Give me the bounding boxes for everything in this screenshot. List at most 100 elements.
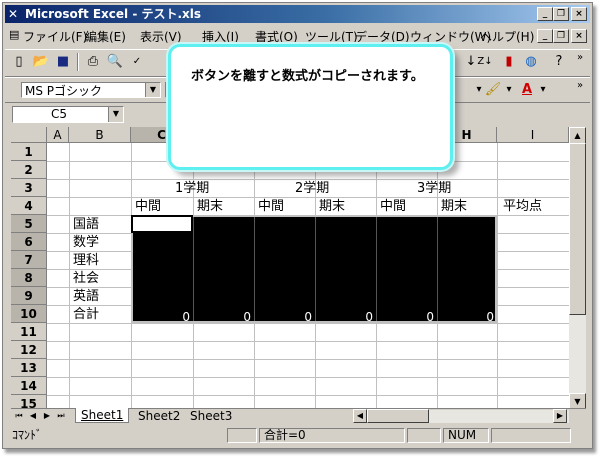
- menu-tools[interactable]: ツール(T): [305, 28, 358, 45]
- restore-icon[interactable]: ❐: [553, 7, 569, 21]
- menu-edit[interactable]: 編集(E): [85, 28, 126, 45]
- subject-cell[interactable]: 社会: [73, 270, 99, 288]
- doc-close-icon[interactable]: ×: [571, 29, 587, 43]
- column-header[interactable]: B: [69, 127, 131, 143]
- chart-wizard-icon[interactable]: ▮: [499, 53, 519, 71]
- subject-cell[interactable]: 国語: [73, 216, 99, 234]
- status-panel-blank: [491, 428, 571, 443]
- subheader-cell[interactable]: 中間: [380, 198, 406, 216]
- next-sheet-icon[interactable]: ▶: [41, 410, 53, 422]
- scroll-up-icon[interactable]: ▲: [569, 127, 586, 144]
- gridline: [47, 341, 569, 342]
- toolbar-separator: [77, 53, 79, 71]
- row-header[interactable]: 8: [11, 269, 47, 287]
- row-header[interactable]: 5: [11, 215, 47, 233]
- chevron-down-icon[interactable]: ▼: [145, 83, 160, 97]
- new-icon[interactable]: ▯: [9, 53, 29, 71]
- name-box-dropdown-icon[interactable]: ▼: [108, 107, 123, 122]
- excel-x-icon: ✕: [8, 7, 19, 21]
- subheader-cell[interactable]: 中間: [135, 198, 161, 216]
- term-3-header[interactable]: 3学期: [417, 180, 451, 198]
- column-header[interactable]: A: [47, 127, 69, 143]
- row-header[interactable]: 9: [11, 287, 47, 305]
- office-assistant-icon[interactable]: ?: [549, 53, 569, 71]
- subject-cell[interactable]: 英語: [73, 288, 99, 306]
- spelling-icon[interactable]: ✓: [127, 53, 147, 71]
- subject-cell[interactable]: 数学: [73, 234, 99, 252]
- total-cell[interactable]: 0: [439, 308, 494, 326]
- row-header[interactable]: 14: [11, 377, 47, 395]
- font-color-dropdown-icon[interactable]: ▾: [533, 81, 553, 99]
- web-icon[interactable]: ◍: [521, 53, 541, 71]
- total-label[interactable]: 合計: [73, 306, 99, 324]
- total-cell[interactable]: 0: [318, 308, 373, 326]
- print-icon[interactable]: ⎙: [83, 53, 103, 71]
- column-header[interactable]: I: [497, 127, 569, 143]
- status-panel-blank: [227, 428, 257, 443]
- subheader-cell[interactable]: 期末: [319, 198, 345, 216]
- total-cell[interactable]: 0: [135, 308, 190, 326]
- first-sheet-icon[interactable]: ⏮: [13, 410, 25, 422]
- selection-gridline: [315, 217, 316, 321]
- open-icon[interactable]: 📂: [31, 53, 51, 71]
- row-header[interactable]: 1: [11, 143, 47, 161]
- doc-minimize-icon[interactable]: _: [537, 29, 553, 43]
- row-header[interactable]: 7: [11, 251, 47, 269]
- subheader-cell[interactable]: 中間: [258, 198, 284, 216]
- row-header[interactable]: 10: [11, 305, 47, 323]
- sort-ascending-icon[interactable]: Z↓: [475, 53, 495, 71]
- row-header[interactable]: 6: [11, 233, 47, 251]
- term-2-header[interactable]: 2学期: [295, 180, 329, 198]
- title-bar[interactable]: ✕ Microsoft Excel - テスト.xls _ ❐ ×: [5, 5, 590, 23]
- status-panel-blank: [407, 428, 441, 443]
- horizontal-scrollbar[interactable]: ◀ ▶: [353, 409, 569, 423]
- row-header[interactable]: 3: [11, 179, 47, 197]
- menu-data[interactable]: データ(D): [355, 28, 410, 45]
- formatting-more-chevron[interactable]: »: [577, 80, 583, 91]
- sheet-tab[interactable]: Sheet3: [187, 409, 235, 423]
- status-bar: ｺﾏﾝﾄﾞ 合計=0 NUM: [5, 426, 590, 445]
- subheader-cell[interactable]: 期末: [197, 198, 223, 216]
- prev-sheet-icon[interactable]: ◀: [27, 410, 39, 422]
- last-sheet-icon[interactable]: ⏭: [55, 410, 67, 422]
- font-name-select[interactable]: MS Pゴシック ▼: [21, 82, 161, 98]
- row-header[interactable]: 4: [11, 197, 47, 215]
- document-icon[interactable]: ▤: [9, 28, 19, 41]
- name-box[interactable]: C5 ▼: [12, 106, 124, 123]
- select-all-corner[interactable]: [11, 127, 47, 143]
- save-icon[interactable]: ■: [53, 53, 73, 71]
- row-header[interactable]: 12: [11, 341, 47, 359]
- total-cell[interactable]: 0: [257, 308, 312, 326]
- row-header[interactable]: 11: [11, 323, 47, 341]
- scroll-left-icon[interactable]: ◀: [353, 409, 367, 423]
- print-preview-icon[interactable]: 🔍: [105, 53, 125, 71]
- name-box-value: C5: [51, 107, 68, 121]
- menu-help[interactable]: ヘルプ(H): [480, 28, 534, 45]
- subheader-cell[interactable]: 期末: [441, 198, 467, 216]
- doc-restore-icon[interactable]: ❐: [553, 29, 569, 43]
- minimize-icon[interactable]: _: [537, 7, 553, 21]
- total-cell[interactable]: 0: [379, 308, 434, 326]
- gridline: [47, 377, 569, 378]
- total-cell[interactable]: 0: [196, 308, 251, 326]
- row-header[interactable]: 13: [11, 359, 47, 377]
- fill-color-dropdown-icon[interactable]: ▾: [499, 81, 519, 99]
- scroll-right-icon[interactable]: ▶: [553, 409, 567, 423]
- average-header[interactable]: 平均点: [503, 198, 542, 216]
- active-cell[interactable]: [131, 215, 193, 233]
- vertical-scrollbar[interactable]: ▲ ▼: [569, 127, 586, 410]
- menu-insert[interactable]: 挿入(I): [202, 28, 239, 45]
- instruction-callout: ボタンを離すと数式がコピーされます。: [168, 44, 453, 170]
- scroll-thumb[interactable]: [569, 143, 586, 315]
- sheet-tab-active[interactable]: Sheet1: [75, 408, 130, 423]
- menu-file[interactable]: ファイル(F): [23, 28, 87, 45]
- menu-view[interactable]: 表示(V): [140, 28, 182, 45]
- term-1-header[interactable]: 1学期: [175, 180, 209, 198]
- row-header[interactable]: 2: [11, 161, 47, 179]
- horizontal-scroll-thumb[interactable]: [367, 409, 429, 423]
- subject-cell[interactable]: 理科: [73, 252, 99, 270]
- menu-format[interactable]: 書式(O): [255, 28, 298, 45]
- sheet-tab[interactable]: Sheet2: [135, 409, 183, 423]
- close-icon[interactable]: ×: [571, 7, 587, 21]
- toolbar-more-chevron[interactable]: »: [577, 52, 583, 63]
